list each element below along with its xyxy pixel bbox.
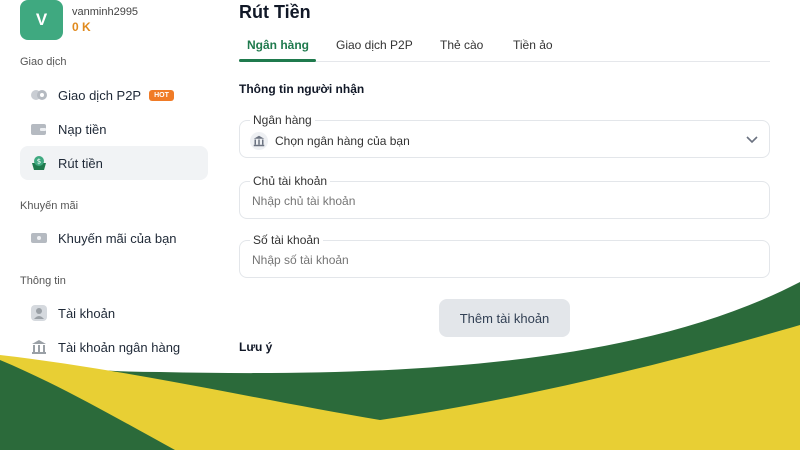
sidebar-item-label: Tài khoản ngân hàng: [58, 339, 181, 355]
sidebar-item-label: Tài khoản: [58, 305, 116, 321]
sidebar-item-p2p[interactable]: Giao dịch P2P HOT: [20, 78, 208, 112]
account-holder-input[interactable]: [252, 194, 732, 208]
account-holder-field: Chủ tài khoản: [239, 174, 770, 219]
page-title: Rút Tiền: [239, 2, 311, 22]
user-icon: [30, 304, 48, 322]
sidebar-item-label: Khuyến mãi của bạn: [58, 230, 177, 246]
bank-icon: [30, 338, 48, 356]
bank-select[interactable]: Ngân hàng Chọn ngân hàng của bạn: [239, 113, 770, 158]
section-title-promotions: Khuyến mãi: [20, 200, 79, 212]
account-number-field: Số tài khoản: [239, 233, 770, 278]
wallet-icon: [30, 120, 48, 138]
section-title-info: Thông tin: [20, 275, 66, 287]
tab-p2p[interactable]: Giao dịch P2P: [336, 38, 413, 52]
tab-bank[interactable]: Ngân hàng: [247, 38, 309, 52]
avatar[interactable]: V: [20, 0, 63, 40]
add-account-button[interactable]: Thêm tài khoản: [439, 299, 570, 337]
account-number-input[interactable]: [252, 253, 732, 267]
tab-card[interactable]: Thẻ cào: [440, 38, 483, 52]
active-tab-indicator: [239, 59, 316, 62]
note-sub: Khách: [255, 386, 287, 398]
form-title: Thông tin người nhận: [239, 82, 365, 96]
bank-select-value: Chọn ngân hàng của bạn: [275, 134, 410, 148]
sidebar-item-label: Giao dịch P2P: [58, 87, 142, 103]
username: vanminh2995: [72, 6, 139, 18]
sidebar-item-deposit[interactable]: Nạp tiền: [20, 112, 208, 146]
account-holder-label: Chủ tài khoản: [250, 174, 331, 188]
sidebar: V vanminh2995 0 K Giao dịch Giao dịch P2…: [0, 0, 220, 450]
ticket-icon: [30, 229, 48, 247]
balance: 0 K: [72, 20, 91, 34]
sidebar-item-promotions[interactable]: Khuyến mãi của bạn: [20, 221, 208, 255]
sidebar-item-withdraw[interactable]: $ Rút tiền: [20, 146, 208, 180]
tab-crypto[interactable]: Tiền ảo: [513, 38, 553, 52]
sidebar-item-label: Rút tiền: [58, 155, 103, 171]
p2p-icon: [30, 86, 48, 104]
sidebar-item-label: Nạp tiền: [58, 121, 107, 137]
section-title-transactions: Giao dịch: [20, 56, 67, 68]
note-text: ...ệc để lộ thông tin nhận tiề...: [528, 369, 673, 381]
withdraw-icon: $: [30, 154, 48, 172]
bank-select-label: Ngân hàng: [250, 113, 315, 127]
sidebar-item-bank-account[interactable]: Tài khoản ngân hàng: [20, 330, 208, 364]
account-number-label: Số tài khoản: [250, 233, 323, 247]
chevron-down-icon: [745, 132, 759, 151]
hot-badge: HOT: [149, 89, 174, 101]
sidebar-item-account[interactable]: Tài khoản: [20, 296, 208, 330]
note-title: Lưu ý: [239, 340, 273, 354]
tab-bar: Ngân hàng Giao dịch P2P Thẻ cào Tiền ảo: [239, 30, 770, 62]
bank-icon: [250, 132, 268, 150]
svg-text:$: $: [37, 158, 41, 166]
